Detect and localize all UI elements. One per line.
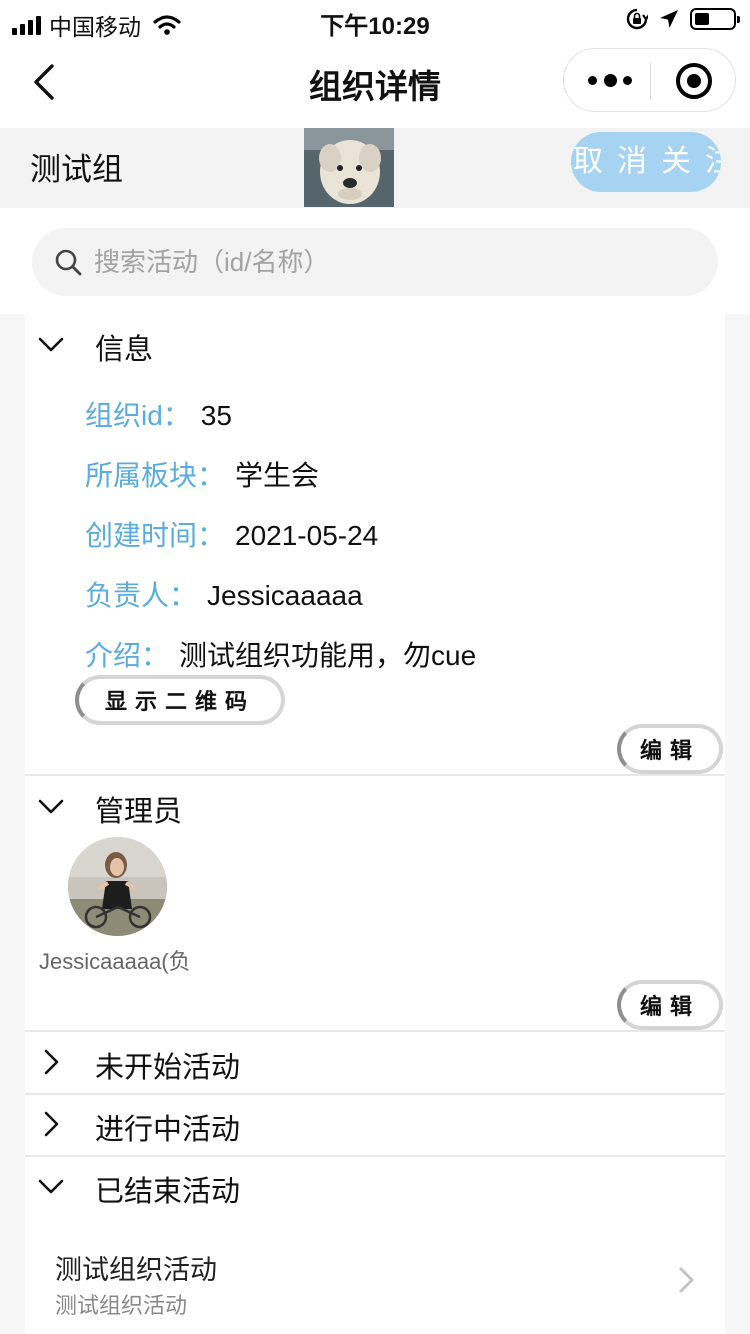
section-label: 信息 <box>95 334 154 366</box>
search-icon <box>55 249 82 276</box>
org-name: 测试组 <box>30 152 123 187</box>
avatar[interactable] <box>68 837 167 936</box>
info-key: 负责人： <box>85 580 198 611</box>
search-input[interactable] <box>94 240 694 284</box>
miniprogram-capsule <box>563 48 736 112</box>
edit-info-button[interactable]: 编辑 <box>617 724 723 774</box>
info-row-created: 创建时间： 2021-05-24 <box>85 514 378 554</box>
section-label: 已结束活动 <box>95 1176 241 1208</box>
chevron-down-icon <box>38 799 64 814</box>
content-card: 信息 组织id： 35 所属板块： 学生会 创建时间： 2021-05-24 负责人：… <box>25 314 725 1334</box>
info-value: 2021-05-24 <box>235 520 379 551</box>
unfollow-button[interactable]: 取消关注 <box>571 132 721 192</box>
activity-list-item[interactable]: 测试组织活动 测试组织活动 <box>25 1240 725 1334</box>
status-right <box>626 8 740 30</box>
activity-title: 测试组织活动 <box>55 1255 217 1285</box>
info-row-intro: 介绍： 测试组织功能用，勿cue <box>85 634 476 674</box>
orientation-lock-icon <box>626 8 648 30</box>
section-header-admins[interactable]: 管理员 <box>25 776 725 838</box>
close-miniprogram-icon[interactable] <box>676 63 712 99</box>
status-bar: 中国移动 下午10:29 <box>0 0 750 42</box>
info-row-board: 所属板块： 学生会 <box>85 454 319 494</box>
info-value: Jessicaaaaa <box>207 580 363 611</box>
chevron-down-icon <box>38 337 64 352</box>
show-qr-button[interactable]: 显示二维码 <box>75 675 285 725</box>
info-row-owner: 负责人： Jessicaaaaa <box>85 574 363 614</box>
org-header: 测试组 取消关注 <box>0 128 750 208</box>
info-value: 学生会 <box>235 460 320 491</box>
section-label: 管理员 <box>95 796 183 828</box>
section-header-in-progress[interactable]: 进行中活动 <box>25 1094 725 1156</box>
capsule-divider <box>650 63 651 99</box>
section-header-not-started[interactable]: 未开始活动 <box>25 1032 725 1094</box>
info-key: 组织id： <box>85 400 191 431</box>
chevron-down-icon <box>38 1179 64 1194</box>
right-gutter <box>725 314 750 1334</box>
chevron-right-icon <box>679 1267 694 1293</box>
nav-bar: 组织详情 <box>0 42 750 128</box>
activity-subtitle: 测试组织活动 <box>55 1293 188 1318</box>
battery-icon <box>690 8 740 30</box>
more-icon[interactable] <box>588 65 632 95</box>
info-value: 测试组织功能用，勿cue <box>179 640 477 671</box>
section-header-info[interactable]: 信息 <box>25 314 725 376</box>
info-key: 创建时间： <box>85 520 226 551</box>
search-bar <box>0 208 750 314</box>
section-header-ended[interactable]: 已结束活动 <box>25 1156 725 1218</box>
info-value: 35 <box>200 400 232 431</box>
section-label: 未开始活动 <box>95 1052 241 1084</box>
location-icon <box>660 10 678 28</box>
chevron-right-icon <box>44 1111 59 1137</box>
search-box[interactable] <box>32 228 718 296</box>
admin-name: Jessicaaaaa(负 <box>39 949 191 974</box>
section-label: 进行中活动 <box>95 1114 241 1146</box>
chevron-right-icon <box>44 1049 59 1075</box>
info-row-org-id: 组织id： 35 <box>85 394 232 434</box>
edit-admins-button[interactable]: 编辑 <box>617 980 723 1030</box>
info-key: 介绍： <box>85 640 170 671</box>
org-logo <box>304 128 394 207</box>
info-key: 所属板块： <box>85 460 226 491</box>
